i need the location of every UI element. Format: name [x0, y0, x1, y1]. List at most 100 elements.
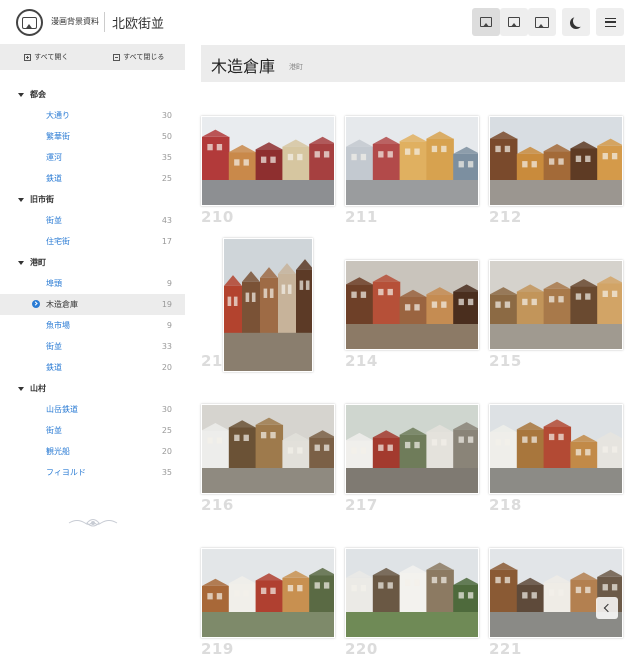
- photo-number: 211: [345, 208, 378, 226]
- photo-image: [490, 405, 622, 493]
- caret-down-icon: [18, 197, 24, 202]
- expand-all-button[interactable]: すべて開く: [0, 44, 93, 70]
- view-large-button[interactable]: [528, 8, 556, 36]
- photo-image: [346, 117, 478, 205]
- tree-item-label: 繁華街: [46, 132, 70, 141]
- caret-down-icon: [18, 260, 24, 265]
- view-medium-button[interactable]: [500, 8, 528, 36]
- chevron-circle-icon: [32, 300, 40, 308]
- photo-number: 216: [201, 496, 234, 514]
- tree-item[interactable]: 鉄道 20: [0, 357, 185, 378]
- tree-item-label: 観光船: [46, 447, 70, 456]
- next-page-button[interactable]: [596, 597, 618, 619]
- photo-number: 220: [345, 640, 378, 658]
- tree-group-toggle[interactable]: 港町: [0, 252, 185, 273]
- tree-item-count: 33: [161, 342, 172, 351]
- photo-number: 218: [489, 496, 522, 514]
- tree-item-count: 20: [161, 363, 172, 372]
- tree-item-count: 35: [161, 468, 172, 477]
- tree-item[interactable]: 繁華街 50: [0, 126, 185, 147]
- tree-group-label: 山村: [30, 384, 46, 393]
- photo-thumbnail[interactable]: [223, 238, 313, 372]
- expand-all-label: すべて開く: [34, 53, 69, 61]
- flourish-ornament-icon: [68, 519, 118, 527]
- tree-item[interactable]: 街並 33: [0, 336, 185, 357]
- tree-item-count: 9: [166, 279, 172, 288]
- tree-item-count: 35: [161, 153, 172, 162]
- caret-down-icon: [18, 92, 24, 97]
- tree-item-count: 9: [166, 321, 172, 330]
- app-logo-icon[interactable]: [16, 9, 43, 36]
- app-header: 漫画背景資料 北欧街並: [0, 0, 640, 44]
- photo-thumbnail[interactable]: [345, 260, 479, 350]
- tree-item[interactable]: 観光船 20: [0, 441, 185, 462]
- photo-image: [490, 117, 622, 205]
- image-medium-icon: [508, 17, 520, 27]
- minus-box-icon: [113, 53, 121, 61]
- tree-item-label: 住宅街: [46, 237, 70, 246]
- tree-item[interactable]: 大通り 30: [0, 105, 185, 126]
- tree-item-count: 25: [161, 426, 172, 435]
- tree-item[interactable]: 魚市場 9: [0, 315, 185, 336]
- photo-thumbnail[interactable]: [345, 116, 479, 206]
- photo-image: [346, 549, 478, 637]
- tree-item[interactable]: 埠頭 9: [0, 273, 185, 294]
- caret-down-icon: [18, 386, 24, 391]
- tree-item-label: 鉄道: [46, 174, 62, 183]
- tree-group-label: 旧市街: [30, 195, 54, 204]
- tree-item[interactable]: 運河 35: [0, 147, 185, 168]
- photo-image: [346, 405, 478, 493]
- photo-number: 215: [489, 352, 522, 370]
- chevron-left-icon: [603, 603, 613, 613]
- tree-item-label: 運河: [46, 153, 62, 162]
- photo-image: [490, 549, 622, 637]
- tree-item-count: 25: [161, 174, 172, 183]
- tree-item-label: 街並: [46, 216, 62, 225]
- photo-number: 217: [345, 496, 378, 514]
- page-header: 木造倉庫 港町: [201, 45, 625, 82]
- photo-image: [202, 405, 334, 493]
- photo-image: [490, 261, 622, 349]
- tree-group-toggle[interactable]: 都会: [0, 84, 185, 105]
- app-subtitle: 漫画背景資料: [51, 17, 99, 26]
- photo-thumbnail[interactable]: [345, 548, 479, 638]
- menu-button[interactable]: [596, 8, 624, 36]
- tree-item[interactable]: 街並 25: [0, 420, 185, 441]
- dark-mode-button[interactable]: [562, 8, 590, 36]
- collapse-all-button[interactable]: すべて閉じる: [93, 44, 186, 70]
- plus-box-icon: [24, 53, 32, 61]
- photo-number: 210: [201, 208, 234, 226]
- tree-item[interactable]: 住宅街 17: [0, 231, 185, 252]
- photo-thumbnail[interactable]: [489, 548, 623, 638]
- photo-thumbnail[interactable]: [345, 404, 479, 494]
- tree-item-label: 埠頭: [46, 279, 62, 288]
- photo-thumbnail[interactable]: [489, 260, 623, 350]
- tree-item[interactable]: フィヨルド 35: [0, 462, 185, 483]
- tree-item-label: 街並: [46, 426, 62, 435]
- tree-group-toggle[interactable]: 旧市街: [0, 189, 185, 210]
- photo-number: 212: [489, 208, 522, 226]
- tree-item[interactable]: 鉄道 25: [0, 168, 185, 189]
- tree-item-label: 鉄道: [46, 363, 62, 372]
- tree-item-selected[interactable]: 木造倉庫 19: [0, 294, 185, 315]
- photo-thumbnail[interactable]: [201, 548, 335, 638]
- view-small-button[interactable]: [472, 8, 500, 36]
- photo-thumbnail[interactable]: [489, 404, 623, 494]
- header-divider: [104, 12, 105, 32]
- photo-thumbnail[interactable]: [201, 404, 335, 494]
- tree-item-label: 木造倉庫: [46, 300, 78, 309]
- tree-group-toggle[interactable]: 山村: [0, 378, 185, 399]
- tree-group-label: 都会: [30, 90, 46, 99]
- tree-item[interactable]: 山岳鉄道 30: [0, 399, 185, 420]
- app-title[interactable]: 北欧街並: [112, 13, 164, 32]
- tree-item-count: 19: [161, 300, 172, 309]
- tree-item-count: 30: [161, 405, 172, 414]
- photo-number: 221: [489, 640, 522, 658]
- tree-item-count: 20: [161, 447, 172, 456]
- tree-item[interactable]: 街並 43: [0, 210, 185, 231]
- tree-item-count: 17: [161, 237, 172, 246]
- tree-item-count: 30: [161, 111, 172, 120]
- photo-thumbnail[interactable]: [201, 116, 335, 206]
- page-subtitle: 港町: [289, 63, 303, 71]
- photo-thumbnail[interactable]: [489, 116, 623, 206]
